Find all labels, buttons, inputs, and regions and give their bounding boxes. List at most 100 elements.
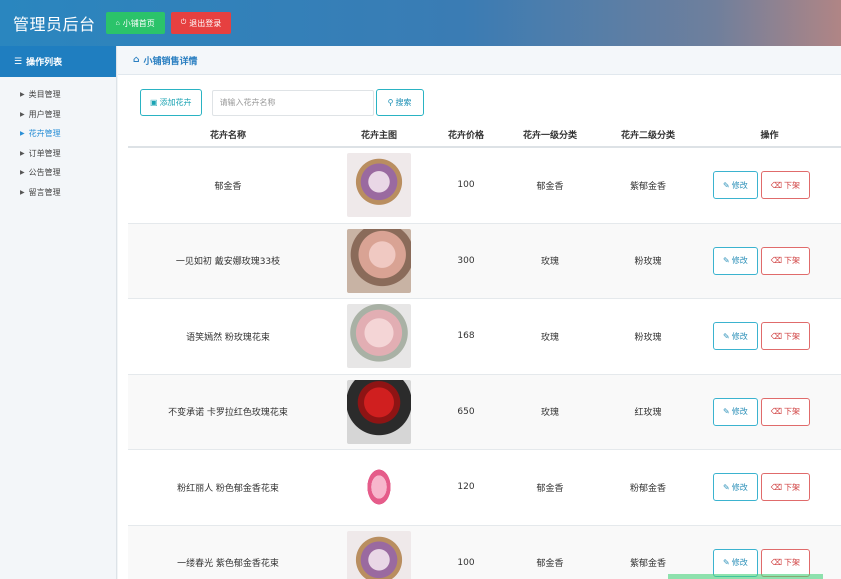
delist-button[interactable]: ⌫ 下架 — [760, 548, 811, 577]
flower-name: 一缕春光 紫色郁金香花束 — [177, 559, 279, 570]
delist-button[interactable]: ⌫ 下架 — [760, 322, 811, 351]
sidebar-heading-label: 操作列表 — [26, 58, 63, 68]
flower-name: 一见如初 戴安娜玫瑰33枝 — [175, 257, 281, 268]
table-row: 一缕春光 紫色郁金香花束 100 郁金香 紫郁金香 ✎ 修改 ⌫ 下架 — [128, 525, 841, 579]
search-input[interactable] — [211, 89, 374, 116]
shop-home-label: 小铺首页 — [122, 18, 155, 28]
trash-icon: ⌫ — [770, 407, 783, 417]
table-row: 不变承诺 卡罗拉红色玫瑰花束 650 玫瑰 红玫瑰 ✎ 修改 ⌫ 下架 — [128, 374, 841, 450]
flower-image — [347, 379, 411, 444]
search-label: 搜索 — [395, 98, 412, 107]
flower-category2: 粉郁金香 — [629, 483, 666, 494]
flower-price: 168 — [457, 331, 475, 342]
edit-label: 修改 — [731, 180, 748, 190]
table-row: 一见如初 戴安娜玫瑰33枝 300 玫瑰 粉玫瑰 ✎ 修改 ⌫ 下架 — [128, 223, 841, 299]
sidebar-item-label: 公告管理 — [28, 168, 61, 178]
top-header: 管理员后台 ⌂ 小铺首页 ⏻ 退出登录 — [0, 0, 841, 46]
sidebar-item-label: 类目管理 — [28, 90, 61, 100]
delist-label: 下架 — [784, 482, 801, 492]
edit-button[interactable]: ✎ 修改 — [713, 322, 758, 351]
caret-right-icon: ▶ — [20, 91, 25, 99]
flower-name: 粉红丽人 粉色郁金香花束 — [177, 483, 279, 494]
flower-price: 650 — [457, 406, 475, 417]
col-header-name: 花卉名称 — [209, 131, 246, 141]
sidebar-item-users[interactable]: ▶ 用户管理 — [0, 105, 116, 125]
edit-icon: ✎ — [723, 558, 730, 568]
delist-button[interactable]: ⌫ 下架 — [760, 246, 811, 275]
edit-label: 修改 — [731, 558, 748, 568]
shop-home-button[interactable]: ⌂ 小铺首页 — [105, 12, 165, 34]
home-icon: ⌂ — [133, 55, 140, 65]
edit-button[interactable]: ✎ 修改 — [713, 246, 758, 275]
sidebar-item-orders[interactable]: ▶ 订单管理 — [0, 144, 116, 164]
trash-icon: ⌫ — [770, 482, 783, 492]
flower-image — [347, 455, 411, 520]
sidebar-item-label: 花卉管理 — [28, 129, 61, 139]
flower-image — [347, 304, 411, 369]
edit-button[interactable]: ✎ 修改 — [713, 171, 758, 200]
home-icon: ⌂ — [115, 19, 120, 27]
edit-button[interactable]: ✎ 修改 — [713, 473, 758, 502]
logout-button[interactable]: ⏻ 退出登录 — [170, 12, 232, 34]
logout-label: 退出登录 — [189, 18, 222, 28]
flower-category2: 紫郁金香 — [629, 559, 666, 570]
caret-right-icon: ▶ — [20, 188, 25, 196]
flower-category2: 紫郁金香 — [629, 181, 666, 192]
flower-category1: 玫瑰 — [540, 408, 559, 419]
sidebar-menu: ▶ 类目管理 ▶ 用户管理 ▶ 花卉管理 ▶ 订单管理 ▶ 公告管理 ▶ 留言管理 — [0, 77, 116, 202]
delist-label: 下架 — [784, 558, 801, 568]
add-flower-button[interactable]: ▣ 添加花卉 — [140, 89, 202, 116]
flower-price: 100 — [457, 180, 475, 191]
delist-button[interactable]: ⌫ 下架 — [760, 397, 811, 426]
col-header-price: 花卉价格 — [447, 131, 484, 141]
delist-label: 下架 — [784, 331, 801, 341]
caret-right-icon: ▶ — [20, 130, 25, 138]
app-title: 管理员后台 — [13, 15, 96, 34]
status-strip — [668, 574, 823, 579]
trash-icon: ⌫ — [770, 256, 783, 266]
edit-icon: ✎ — [723, 180, 730, 190]
flower-name: 不变承诺 卡罗拉红色玫瑰花束 — [168, 408, 288, 419]
delist-label: 下架 — [784, 256, 801, 266]
search-button[interactable]: ⚲ 搜索 — [375, 89, 424, 116]
caret-right-icon: ▶ — [20, 169, 25, 177]
list-icon: ☰ — [14, 56, 23, 67]
table-row: 郁金香 100 郁金香 紫郁金香 ✎ 修改 ⌫ 下架 — [128, 148, 841, 224]
delist-label: 下架 — [784, 407, 801, 417]
edit-label: 修改 — [731, 256, 748, 266]
breadcrumb-label: 小铺销售详情 — [143, 56, 198, 67]
delist-button[interactable]: ⌫ 下架 — [760, 473, 811, 502]
sidebar-item-messages[interactable]: ▶ 留言管理 — [0, 183, 116, 203]
flower-table: 花卉名称 花卉主图 花卉价格 花卉一级分类 花卉二级分类 操作 郁金香 100 … — [128, 123, 841, 579]
sidebar-item-flowers[interactable]: ▶ 花卉管理 — [0, 124, 116, 144]
flower-category1: 郁金香 — [536, 483, 564, 494]
flower-price: 120 — [457, 482, 475, 493]
trash-icon: ⌫ — [770, 331, 783, 341]
flower-category1: 郁金香 — [536, 181, 564, 192]
sidebar-item-label: 留言管理 — [28, 187, 61, 197]
search-icon: ⚲ — [387, 98, 394, 107]
sidebar-item-label: 用户管理 — [28, 109, 61, 119]
flower-category2: 粉玫瑰 — [634, 257, 662, 268]
sidebar-item-notices[interactable]: ▶ 公告管理 — [0, 163, 116, 183]
edit-button[interactable]: ✎ 修改 — [713, 397, 758, 426]
edit-button[interactable]: ✎ 修改 — [713, 548, 758, 577]
edit-label: 修改 — [731, 331, 748, 341]
delist-button[interactable]: ⌫ 下架 — [760, 171, 811, 200]
main-panel: ⌂ 小铺销售详情 ▣ 添加花卉 ⚲ 搜索 花卉名称 花卉主图 花卉价格 花卉一级… — [118, 46, 841, 579]
sidebar-item-category[interactable]: ▶ 类目管理 — [0, 85, 116, 105]
edit-icon: ✎ — [723, 256, 730, 266]
caret-right-icon: ▶ — [20, 149, 25, 157]
table-header: 花卉名称 花卉主图 花卉价格 花卉一级分类 花卉二级分类 操作 — [128, 123, 841, 148]
add-icon: ▣ — [150, 98, 158, 107]
flower-category1: 玫瑰 — [540, 257, 559, 268]
col-header-category2: 花卉二级分类 — [620, 131, 675, 141]
flower-image — [347, 228, 411, 293]
edit-icon: ✎ — [723, 331, 730, 341]
trash-icon: ⌫ — [770, 558, 783, 568]
table-row: 粉红丽人 粉色郁金香花束 120 郁金香 粉郁金香 ✎ 修改 ⌫ 下架 — [128, 450, 841, 526]
flower-image — [347, 153, 411, 218]
edit-icon: ✎ — [723, 407, 730, 417]
toolbar: ▣ 添加花卉 ⚲ 搜索 — [140, 89, 424, 116]
col-header-actions: 操作 — [760, 131, 779, 141]
